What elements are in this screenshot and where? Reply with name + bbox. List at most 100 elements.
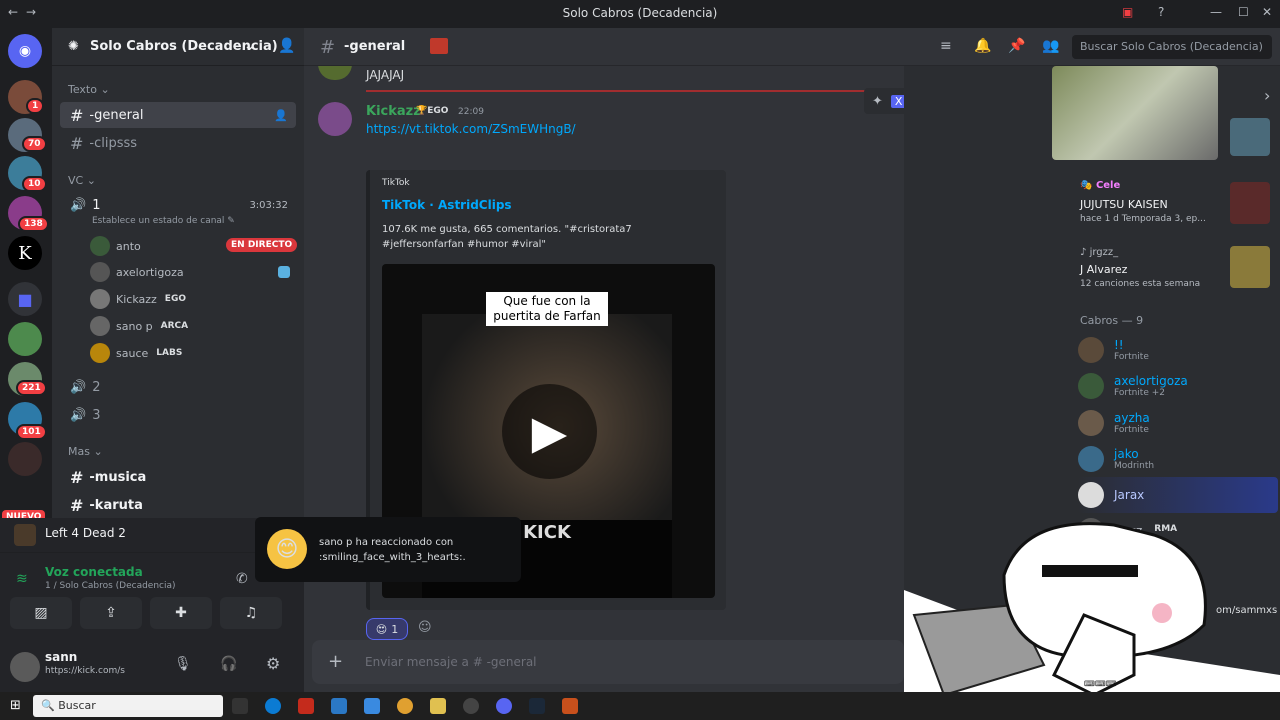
invite-icon[interactable]: 👤	[274, 109, 288, 122]
pin-icon[interactable]: 📌	[1008, 38, 1025, 54]
taskbar-search[interactable]: 🔍 Buscar	[33, 695, 223, 717]
disconnect-icon[interactable]: ✆	[236, 571, 248, 587]
avatar	[90, 262, 110, 282]
windows-start-icon[interactable]: ⊞	[10, 698, 21, 713]
avatar[interactable]	[10, 652, 40, 682]
edge-icon[interactable]	[265, 698, 281, 714]
help-icon[interactable]: ?	[1158, 5, 1164, 19]
app-icon[interactable]	[463, 698, 479, 714]
soundboard-button[interactable]: ♫	[220, 597, 282, 629]
embed-title[interactable]: TikTok · AstridClips	[382, 198, 512, 212]
activity-image	[1230, 182, 1270, 224]
voice-channel-1[interactable]: 🔊 1 3:03:32	[60, 192, 296, 218]
channel-general[interactable]: # -general 👤	[60, 102, 296, 128]
reaction-notification[interactable]: 😊 sano p ha reaccionado con :smiling_fac…	[255, 517, 521, 582]
microphone-icon[interactable]: 🎙	[174, 656, 192, 672]
mention-badge: 221	[16, 380, 47, 396]
add-attachment-icon[interactable]: +	[328, 651, 343, 672]
add-reaction-icon[interactable]: ☺	[418, 620, 432, 635]
channel-musica[interactable]: # -musica	[60, 464, 296, 490]
mail-icon[interactable]	[364, 698, 380, 714]
chevron-right-icon[interactable]: ›	[1264, 86, 1270, 105]
headphones-icon[interactable]: 🎧	[220, 656, 237, 672]
reaction-button[interactable]: 😍 1	[366, 618, 408, 640]
category-mas[interactable]: Mas ⌄	[68, 445, 103, 458]
message-composer[interactable]: + Enviar mensaje a # -general	[312, 640, 904, 684]
window-title: Solo Cabros (Decadencia)	[562, 6, 718, 20]
discord-home-icon[interactable]: ◉	[8, 34, 42, 68]
search-input[interactable]: Buscar Solo Cabros (Decadencia)	[1072, 35, 1272, 59]
guild-icon: ✺	[68, 39, 79, 54]
member-activity: Fortnite	[1114, 425, 1149, 435]
camera-off-button[interactable]: ▨	[10, 597, 72, 629]
channel-karuta[interactable]: # -karuta	[60, 492, 296, 518]
category-vc[interactable]: VC ⌄	[68, 174, 96, 187]
title-bar: ← → Solo Cabros (Decadencia) ▣ ? — ☐ ✕	[0, 0, 1280, 28]
overlay-text: om/sammxs	[1216, 605, 1278, 616]
taskbar-search-label: Buscar	[58, 699, 96, 712]
video-caption: Que fue con la puertita de Farfan	[486, 292, 608, 326]
members-icon[interactable]: 👥	[1042, 38, 1059, 54]
category-texto[interactable]: Texto ⌄	[68, 83, 110, 96]
voice-user[interactable]: Kickazz EGO	[90, 287, 188, 311]
voice-channel-3[interactable]: 🔊 3	[60, 402, 296, 428]
voice-user[interactable]: anto	[90, 234, 141, 258]
author-avatar[interactable]	[318, 102, 352, 136]
server-icon[interactable]	[8, 442, 42, 476]
close-icon[interactable]: ✕	[1262, 5, 1272, 19]
minimize-icon[interactable]: —	[1210, 5, 1222, 19]
steam-icon[interactable]	[529, 698, 545, 714]
play-icon[interactable]: ▶	[502, 384, 597, 479]
mention-badge: 101	[16, 424, 47, 440]
bell-icon[interactable]: 🔔	[974, 38, 991, 54]
voice-user[interactable]: sauce LABS	[90, 341, 185, 365]
activity-thumbnail[interactable]	[1052, 66, 1218, 160]
screen-share-button[interactable]: ⇪	[80, 597, 142, 629]
voice-user-name: Kickazz	[116, 292, 157, 306]
activities-icon: ✚	[175, 605, 187, 621]
member-name: ayzha	[1114, 411, 1150, 425]
channel-label: -musica	[89, 469, 147, 485]
avatar	[1078, 337, 1104, 363]
voice-user-name: sano p	[116, 319, 153, 333]
voice-status[interactable]: Establece un estado de canal ✎	[92, 216, 235, 226]
voice-channel-2[interactable]: 🔊 2	[60, 374, 296, 400]
app-icon[interactable]: ✦	[872, 94, 883, 109]
activity-user[interactable]: ♪ jrgzz_	[1080, 247, 1118, 258]
member-item[interactable]: !! Fortnite	[1078, 332, 1149, 368]
folder-icon[interactable]: ■	[8, 282, 42, 316]
threads-icon[interactable]: ≡	[940, 38, 952, 54]
store-icon[interactable]	[298, 698, 314, 714]
voice-user[interactable]: axelortigoza	[90, 260, 184, 284]
signal-icon[interactable]: ≋	[16, 571, 28, 587]
maximize-icon[interactable]: ☐	[1238, 5, 1249, 19]
guild-header[interactable]: ✺ Solo Cabros (Decadencia) ⌄ 👤	[52, 28, 304, 66]
task-view-icon[interactable]	[232, 698, 248, 714]
hash-icon: #	[70, 133, 84, 153]
voice-user[interactable]: sano p ARCA	[90, 314, 191, 338]
activities-button[interactable]: ✚	[150, 597, 212, 629]
member-item[interactable]: ayzha Fortnite	[1078, 405, 1150, 441]
activity-user[interactable]: 🎭 Cele	[1080, 180, 1120, 191]
channel-name: -general	[344, 39, 406, 54]
embed-provider: TikTok	[382, 178, 410, 188]
add-member-icon[interactable]: 👤	[278, 38, 295, 54]
server-icon[interactable]: K	[8, 236, 42, 270]
member-item[interactable]: axelortigoza Fortnite +2	[1078, 368, 1188, 404]
discord-icon[interactable]	[496, 698, 512, 714]
settings-gear-icon[interactable]: ⚙	[266, 654, 280, 673]
server-icon[interactable]	[8, 322, 42, 356]
chrome-icon[interactable]	[397, 698, 413, 714]
left4dead-icon[interactable]	[562, 698, 578, 714]
reaction-count: 1	[391, 622, 399, 636]
channel-clips[interactable]: # -clipsss	[60, 130, 296, 156]
file-explorer-icon[interactable]	[430, 698, 446, 714]
windows-taskbar: ⊞ 🔍 Buscar	[0, 692, 1280, 720]
app-icon[interactable]	[331, 698, 347, 714]
member-item[interactable]: jako Modrinth	[1078, 441, 1154, 477]
inbox-icon[interactable]: ▣	[1122, 5, 1133, 19]
message-link[interactable]: https://vt.tiktok.com/ZSmEWHngB/	[366, 122, 576, 136]
smiling-face-hearts-icon: 😍	[375, 622, 388, 636]
activity-sub: hace 1 d Temporada 3, ep...	[1080, 214, 1206, 224]
message-author[interactable]: Kickazz	[366, 104, 421, 119]
